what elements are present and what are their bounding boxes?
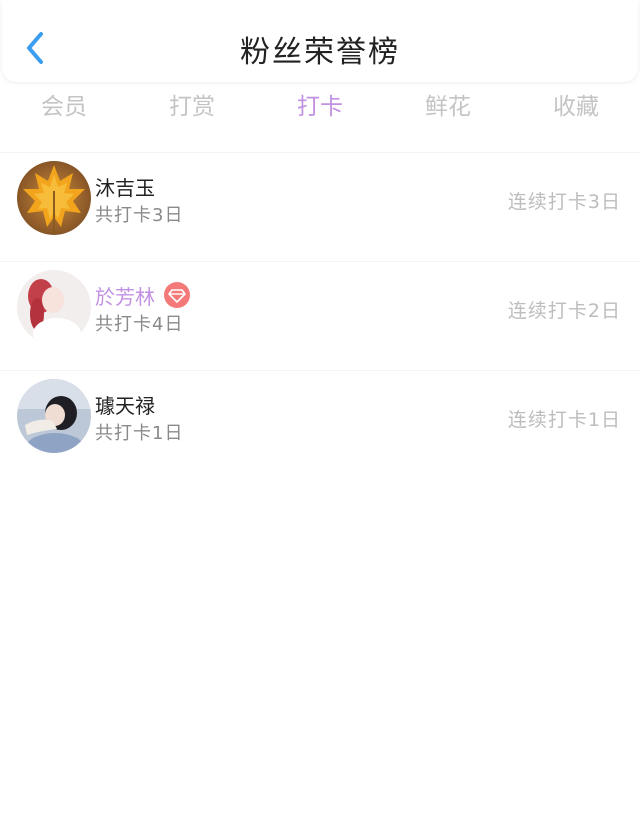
avatar[interactable] bbox=[17, 270, 91, 344]
total-checkin-days: 共打卡1日 bbox=[95, 423, 184, 444]
list-item[interactable]: 於芳林 共打卡4日 连续打卡2日 bbox=[0, 261, 640, 370]
fan-name: 於芳林 bbox=[95, 284, 155, 309]
streak-checkin-days: 连续打卡2日 bbox=[507, 300, 621, 322]
tab-bar: 会员 打赏 打卡 鲜花 收藏 bbox=[0, 84, 640, 130]
avatar[interactable] bbox=[17, 379, 91, 453]
avatar[interactable] bbox=[17, 161, 91, 235]
vip-badge bbox=[164, 282, 190, 308]
fan-name: 璩天禄 bbox=[95, 393, 155, 418]
tab-checkin[interactable]: 打卡 bbox=[256, 84, 384, 130]
girl-portrait-avatar bbox=[17, 270, 91, 344]
total-checkin-days: 共打卡4日 bbox=[95, 314, 184, 335]
maple-leaf-avatar bbox=[17, 161, 91, 235]
tab-reward[interactable]: 打赏 bbox=[128, 84, 256, 130]
page-title: 粉丝荣誉榜 bbox=[240, 35, 400, 70]
total-checkin-days: 共打卡3日 bbox=[95, 205, 184, 226]
header-bar: 粉丝荣誉榜 bbox=[2, 0, 638, 82]
girl-photo-avatar bbox=[17, 379, 91, 453]
tab-member[interactable]: 会员 bbox=[0, 84, 128, 130]
list-item[interactable]: 璩天禄 共打卡1日 连续打卡1日 bbox=[0, 370, 640, 479]
tab-flowers[interactable]: 鲜花 bbox=[384, 84, 512, 130]
list-item[interactable]: 沐吉玉 共打卡3日 连续打卡3日 bbox=[0, 152, 640, 261]
fan-list: 沐吉玉 共打卡3日 连续打卡3日 於芳林 共打卡4日 连续打卡2日 璩天禄 共打… bbox=[0, 152, 640, 479]
streak-checkin-days: 连续打卡1日 bbox=[507, 409, 621, 431]
diamond-icon bbox=[168, 289, 186, 303]
fan-honor-page: 粉丝荣誉榜 会员 打赏 打卡 鲜花 收藏 沐吉玉 共打卡3日 连续打卡3日 於芳… bbox=[0, 0, 640, 837]
streak-checkin-days: 连续打卡3日 bbox=[507, 191, 621, 213]
tab-favorites[interactable]: 收藏 bbox=[512, 84, 640, 130]
fan-name: 沐吉玉 bbox=[95, 175, 155, 200]
